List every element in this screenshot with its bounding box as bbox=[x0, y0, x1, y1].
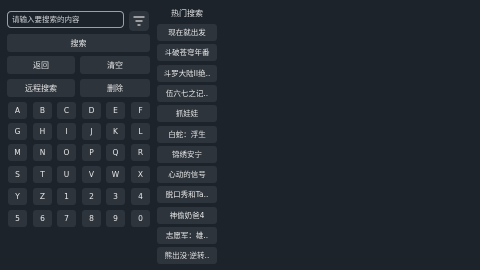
hot-search-item[interactable]: 斗破苍穹年番 bbox=[157, 44, 217, 61]
hot-search-item[interactable]: 抓娃娃 bbox=[157, 105, 217, 122]
remote-search-button-label: 远程搜索 bbox=[25, 83, 57, 93]
key-h[interactable]: H bbox=[33, 123, 52, 140]
key-g[interactable]: G bbox=[8, 123, 27, 140]
hot-search-item[interactable]: 现在就出发 bbox=[157, 24, 217, 41]
key-o[interactable]: O bbox=[57, 144, 76, 161]
key-1[interactable]: 1 bbox=[57, 188, 76, 205]
key-m[interactable]: M bbox=[8, 144, 27, 161]
key-4[interactable]: 4 bbox=[131, 188, 150, 205]
key-3[interactable]: 3 bbox=[106, 188, 125, 205]
filter-icon bbox=[133, 16, 145, 26]
search-button[interactable]: 搜索 bbox=[7, 34, 150, 52]
key-j[interactable]: J bbox=[82, 123, 101, 140]
hot-search-item[interactable]: 熊出没·逆转.. bbox=[157, 247, 217, 264]
key-z[interactable]: Z bbox=[33, 188, 52, 205]
key-c[interactable]: C bbox=[57, 102, 76, 119]
hot-search-item[interactable]: 白蛇：浮生 bbox=[157, 126, 217, 143]
key-5[interactable]: 5 bbox=[8, 210, 27, 227]
delete-button[interactable]: 删除 bbox=[80, 79, 150, 97]
key-a[interactable]: A bbox=[8, 102, 27, 119]
delete-button-label: 删除 bbox=[107, 83, 123, 93]
hot-search-item[interactable]: 志愿军：雄.. bbox=[157, 227, 217, 244]
hot-search-item[interactable]: 神偷奶爸4 bbox=[157, 207, 217, 224]
key-s[interactable]: S bbox=[8, 166, 27, 183]
key-2[interactable]: 2 bbox=[82, 188, 101, 205]
key-b[interactable]: B bbox=[33, 102, 52, 119]
key-v[interactable]: V bbox=[82, 166, 101, 183]
hot-search-item[interactable]: 锦绣安宁 bbox=[157, 146, 217, 163]
key-6[interactable]: 6 bbox=[33, 210, 52, 227]
hot-search-item[interactable]: 心动的信号 bbox=[157, 166, 217, 183]
clear-button[interactable]: 清空 bbox=[80, 56, 150, 74]
key-w[interactable]: W bbox=[106, 166, 125, 183]
key-d[interactable]: D bbox=[82, 102, 101, 119]
key-u[interactable]: U bbox=[57, 166, 76, 183]
key-n[interactable]: N bbox=[33, 144, 52, 161]
key-l[interactable]: L bbox=[131, 123, 150, 140]
hot-search-item[interactable]: 伍六七之记.. bbox=[157, 85, 217, 102]
key-p[interactable]: P bbox=[82, 144, 101, 161]
key-r[interactable]: R bbox=[131, 144, 150, 161]
key-t[interactable]: T bbox=[33, 166, 52, 183]
key-f[interactable]: F bbox=[131, 102, 150, 119]
hot-search-title: 热门搜索 bbox=[171, 9, 203, 18]
key-e[interactable]: E bbox=[106, 102, 125, 119]
filter-button[interactable] bbox=[129, 11, 149, 31]
clear-button-label: 清空 bbox=[107, 60, 123, 70]
remote-search-button[interactable]: 远程搜索 bbox=[7, 79, 75, 97]
key-q[interactable]: Q bbox=[106, 144, 125, 161]
key-0[interactable]: 0 bbox=[131, 210, 150, 227]
key-k[interactable]: K bbox=[106, 123, 125, 140]
key-7[interactable]: 7 bbox=[57, 210, 76, 227]
hot-search-item[interactable]: 脱口秀和Ta.. bbox=[157, 186, 217, 203]
back-button-label: 返回 bbox=[33, 60, 49, 70]
hot-search-item[interactable]: 斗罗大陆II绝.. bbox=[157, 65, 217, 82]
search-placeholder: 请输入要搜索的内容 bbox=[12, 15, 80, 24]
search-input[interactable]: 请输入要搜索的内容 bbox=[7, 11, 124, 28]
key-8[interactable]: 8 bbox=[82, 210, 101, 227]
key-y[interactable]: Y bbox=[8, 188, 27, 205]
key-i[interactable]: I bbox=[57, 123, 76, 140]
search-button-label: 搜索 bbox=[70, 38, 87, 48]
key-x[interactable]: X bbox=[131, 166, 150, 183]
back-button[interactable]: 返回 bbox=[7, 56, 75, 74]
key-9[interactable]: 9 bbox=[106, 210, 125, 227]
